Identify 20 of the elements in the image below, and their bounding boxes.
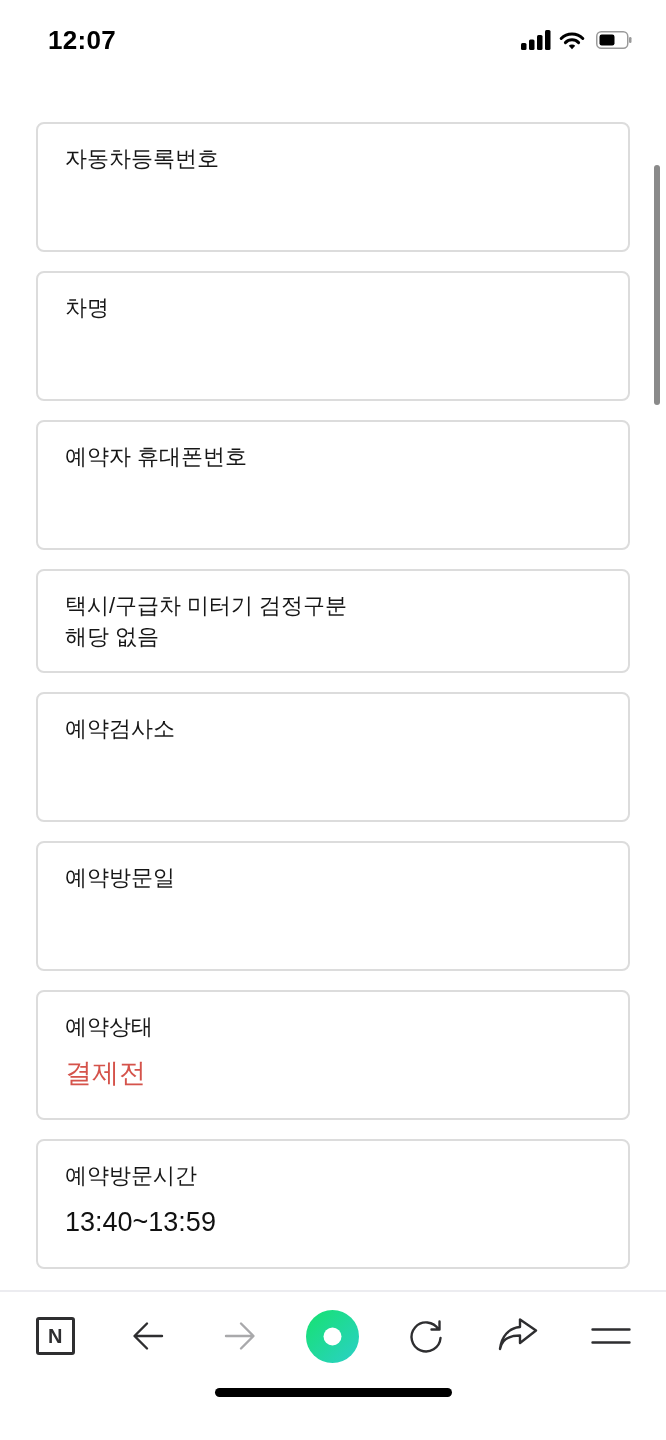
field-value: 해당 없음 [65,623,160,651]
menu-icon [590,1328,631,1344]
status-time: 12:07 [48,27,116,53]
ring-icon [306,1309,360,1363]
wifi-icon [559,30,585,50]
field-label: 택시/구급차 미터기 검정구분 [65,592,348,620]
signal-icon [521,30,551,50]
scrollbar-thumb[interactable] [654,165,660,405]
status-value: 결제전 [65,1057,146,1090]
field-label: 예약방문시간 [65,1162,197,1190]
home-button[interactable]: N [35,1317,75,1355]
field-label: 차명 [65,294,109,322]
field-value: 13:40~13:59 [65,1206,216,1239]
field-label: 예약검사소 [65,715,175,743]
field-label: 예약자 휴대폰번호 [65,443,248,471]
field-label: 예약방문일 [65,864,175,892]
field-label: 예약상태 [65,1013,153,1041]
field-label: 자동차등록번호 [65,145,219,173]
menu-button[interactable] [588,1326,633,1346]
battery-icon [596,31,632,49]
